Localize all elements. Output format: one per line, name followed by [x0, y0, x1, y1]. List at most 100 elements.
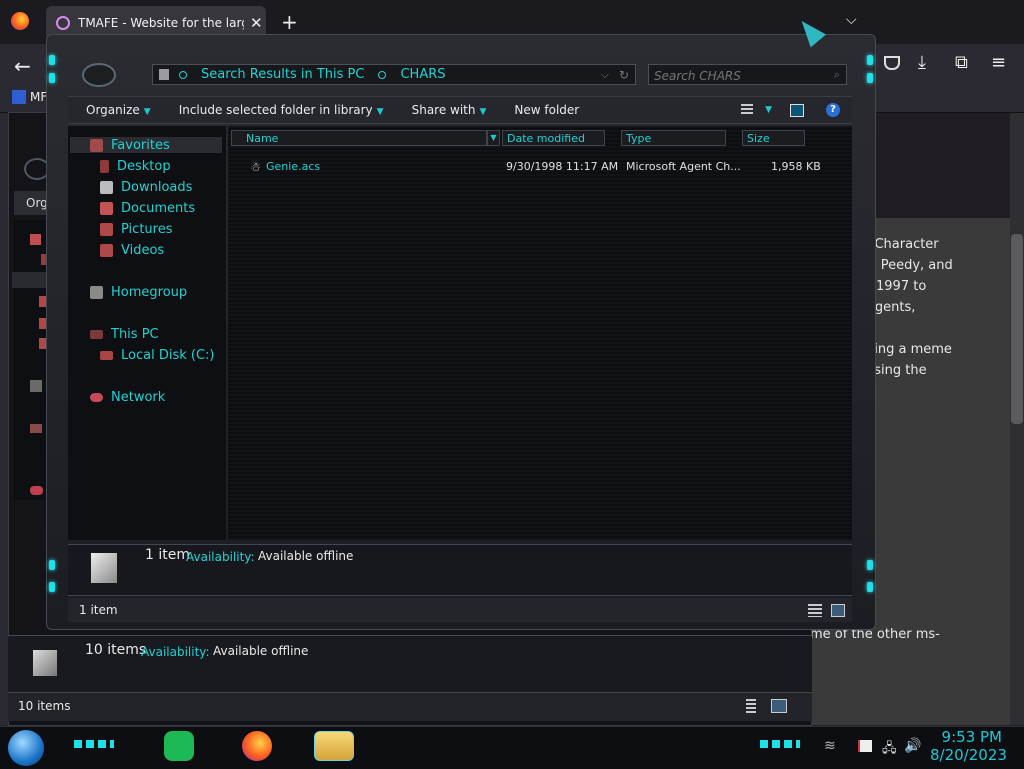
article-line: ping a meme	[866, 342, 952, 357]
extensions-icon[interactable]: ⧉	[955, 52, 968, 73]
taskbar-decor-leds	[74, 740, 114, 748]
desktop-icon	[100, 160, 109, 173]
taskbar-spotify-icon[interactable]	[164, 731, 194, 761]
bookmark-item[interactable]: MF	[12, 90, 47, 104]
share-with-button[interactable]: Share with ▼	[412, 103, 487, 117]
article-line: 1997 to	[876, 279, 927, 294]
status-count: 1 item	[79, 603, 118, 617]
dropdown-caret-icon: ▼	[376, 107, 384, 117]
breadcrumb-separator-icon	[378, 70, 387, 79]
nav-this-pc[interactable]: This PC	[90, 327, 159, 342]
tab-close-icon[interactable]: ✕	[250, 14, 263, 32]
details-count: 1 item	[145, 547, 190, 563]
network-tray-icon[interactable]: 🖧	[882, 739, 897, 761]
nav-pictures-label: Pictures	[121, 222, 173, 237]
column-date-label: Date modified	[507, 132, 585, 145]
view-dropdown-icon[interactable]: ▼	[765, 105, 772, 115]
frame-led	[867, 55, 873, 65]
volume-icon[interactable]: 🔊	[904, 738, 921, 754]
nav-downloads[interactable]: Downloads	[100, 180, 192, 195]
nav-pictures[interactable]: Pictures	[100, 222, 172, 237]
search-icon[interactable]: ⌕	[834, 68, 840, 82]
homegroup-icon	[90, 286, 103, 299]
documents-icon	[100, 202, 113, 215]
bookmark-favicon-icon	[12, 90, 26, 104]
nav-desktop[interactable]: Desktop	[100, 159, 171, 174]
show-hidden-icons-icon[interactable]: ≋	[824, 738, 836, 754]
nav-local-disk[interactable]: Local Disk (C:)	[100, 348, 214, 363]
computer-icon	[90, 330, 103, 339]
breadcrumb-search-results[interactable]: Search Results in This PC	[201, 67, 364, 82]
start-button[interactable]	[8, 730, 44, 766]
bg-status-bar	[8, 692, 812, 721]
file-row[interactable]: ☃ Genie.acs 9/30/1998 11:17 AM Microsoft…	[245, 157, 825, 177]
window-orb-icon[interactable]	[82, 63, 116, 87]
column-type-label: Type	[626, 132, 652, 145]
taskbar-firefox-icon[interactable]	[242, 731, 272, 761]
new-tab-icon[interactable]: +	[281, 10, 298, 34]
nav-documents[interactable]: Documents	[100, 201, 195, 216]
clock-date: 8/20/2023	[930, 746, 1007, 764]
pictures-icon	[100, 223, 113, 236]
videos-icon	[100, 244, 113, 257]
file-name: Genie.acs	[266, 160, 321, 173]
command-bar: Organize ▼ Include selected folder in lib…	[68, 96, 852, 124]
details-availability-value: Available offline	[258, 549, 354, 563]
taskbar-decor-leds	[760, 740, 800, 748]
pocket-icon[interactable]	[884, 56, 900, 70]
bg-status-count: 10 items	[18, 699, 71, 713]
organize-button[interactable]: Organize ▼	[86, 103, 151, 117]
refresh-icon[interactable]: ↻	[619, 68, 629, 82]
nav-downloads-label: Downloads	[121, 180, 193, 195]
preview-view-icon[interactable]	[831, 604, 845, 617]
search-box[interactable]: ⌕	[648, 64, 847, 86]
firefox-menu-icon[interactable]	[11, 12, 29, 30]
hamburger-menu-icon[interactable]: ≡	[991, 52, 1006, 73]
details-view-icon[interactable]	[808, 604, 822, 617]
nav-favorites[interactable]: Favorites	[90, 138, 170, 153]
column-header-type[interactable]: Type	[621, 130, 726, 146]
action-center-flag-icon[interactable]	[858, 740, 872, 752]
bg-preview-view-icon[interactable]	[771, 699, 787, 713]
taskbar-clock[interactable]: 9:53 PM 8/20/2023	[930, 728, 1007, 764]
include-library-button[interactable]: Include selected folder in library ▼	[179, 103, 384, 117]
back-arrow-icon[interactable]: ←	[14, 54, 31, 78]
help-icon[interactable]: ?	[826, 103, 840, 117]
frame-led	[49, 582, 55, 592]
bg-nav-icon	[30, 234, 41, 245]
nav-videos-label: Videos	[121, 243, 165, 258]
breadcrumb-chars[interactable]: CHARS	[400, 67, 445, 82]
nav-videos[interactable]: Videos	[100, 243, 164, 258]
view-options-icon[interactable]	[741, 104, 754, 116]
frame-led	[49, 55, 55, 65]
nav-this-pc-label: This PC	[111, 327, 159, 342]
taskbar-explorer-icon[interactable]	[314, 731, 354, 761]
column-header-size[interactable]: Size	[742, 130, 805, 146]
address-bar[interactable]: Search Results in This PC CHARS ⌵ ↻	[152, 64, 636, 85]
page-scrollbar-thumb[interactable]	[1011, 234, 1023, 424]
dropdown-caret-icon: ▼	[143, 107, 151, 117]
column-name-dropdown-icon[interactable]: ▼	[487, 130, 500, 146]
frame-led	[49, 560, 55, 570]
preview-pane-icon[interactable]	[790, 103, 804, 117]
new-folder-button[interactable]: New folder	[514, 103, 579, 117]
file-list-pane[interactable]	[228, 126, 852, 540]
column-header-date[interactable]: Date modified	[502, 130, 605, 146]
nav-documents-label: Documents	[121, 201, 196, 216]
file-genie-icon: ☃	[250, 160, 261, 174]
bg-details-thumbnail-icon	[33, 650, 57, 676]
column-header-name[interactable]: Name	[231, 130, 487, 146]
nav-favorites-label: Favorites	[111, 138, 170, 153]
address-dropdown-icon[interactable]: ⌵	[601, 68, 609, 82]
nav-network[interactable]: Network	[90, 390, 165, 405]
search-input[interactable]	[649, 66, 826, 86]
tab-list-chevron-icon[interactable]: ⌵	[846, 12, 857, 28]
column-size-label: Size	[747, 132, 770, 145]
tab-favicon-icon	[56, 16, 70, 30]
bg-details-view-icon[interactable]	[746, 699, 756, 713]
download-icon[interactable]: ⤓	[918, 52, 926, 73]
nav-homegroup[interactable]: Homegroup	[90, 285, 187, 300]
frame-led	[867, 582, 873, 592]
details-thumbnail-icon	[91, 553, 117, 583]
bg-availability-value: Available offline	[213, 644, 309, 658]
